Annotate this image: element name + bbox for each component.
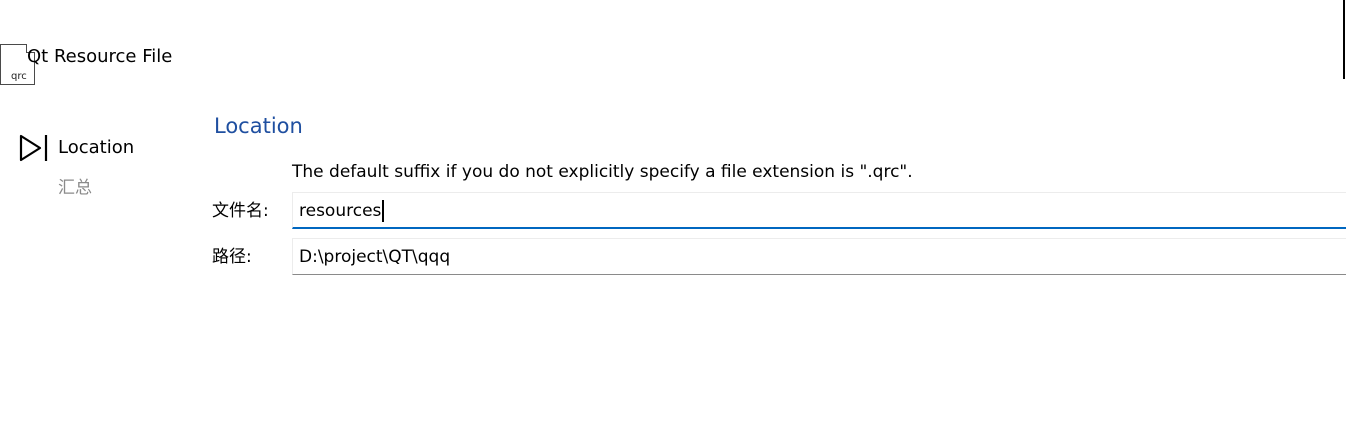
play-arrow-icon [19, 134, 48, 162]
file-name-label: 文件名: [212, 201, 269, 221]
file-icon-label: qrc [11, 71, 27, 82]
path-label: 路径: [212, 247, 252, 267]
file-name-text: resources [299, 201, 382, 221]
path-value: D:\project\QT\qqq [299, 247, 451, 267]
window-edge-divider [1343, 0, 1345, 79]
step-location: Location [58, 137, 135, 158]
wizard-page: qrc Qt Resource File Location 汇总 Locatio… [0, 0, 1346, 427]
step-summary: 汇总 [58, 178, 92, 198]
suffix-hint: The default suffix if you do not explici… [292, 162, 913, 182]
section-title: Location [214, 114, 303, 138]
file-name-input[interactable]: resources [292, 192, 1346, 229]
file-name-value: resources [299, 200, 385, 222]
path-input[interactable]: D:\project\QT\qqq [292, 238, 1346, 275]
page-title: Qt Resource File [27, 46, 173, 67]
text-caret [382, 200, 385, 222]
